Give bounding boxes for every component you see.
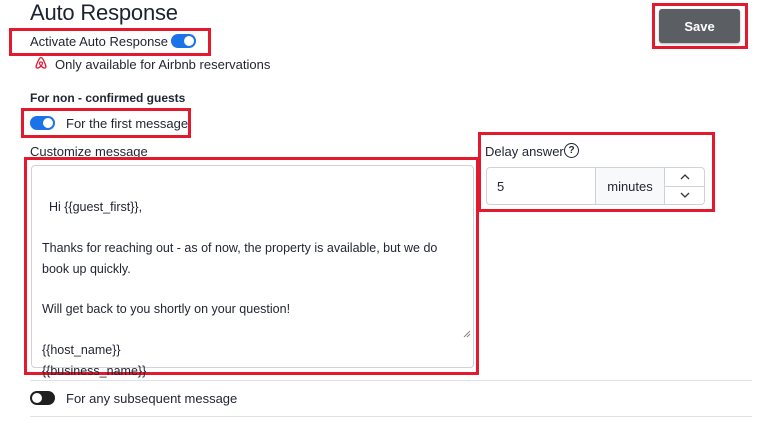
help-icon[interactable]: ?: [564, 143, 579, 158]
divider-top: [30, 380, 752, 381]
stepper-down-button[interactable]: [665, 186, 704, 204]
message-text: Hi {{guest_first}}, Thanks for reaching …: [42, 200, 438, 378]
page-title: Auto Response: [30, 0, 178, 25]
first-message-label: For the first message: [66, 116, 189, 131]
non-confirmed-section-title: For non - confirmed guests: [30, 91, 186, 105]
airbnb-note: Only available for Airbnb reservations: [55, 57, 271, 72]
divider-bottom: [30, 416, 752, 417]
delay-answer-label: Delay answer: [485, 144, 564, 159]
delay-unit-label: minutes: [595, 167, 665, 205]
stepper-up-button[interactable]: [665, 168, 704, 187]
save-button[interactable]: Save: [659, 9, 740, 43]
delay-stepper[interactable]: [665, 167, 705, 205]
activate-auto-response-toggle[interactable]: [171, 34, 196, 48]
resize-handle-icon[interactable]: [449, 304, 471, 365]
first-message-toggle[interactable]: [30, 116, 55, 130]
subsequent-message-toggle[interactable]: [30, 391, 55, 405]
activate-auto-response-label: Activate Auto Response: [30, 34, 169, 49]
airbnb-icon: [34, 56, 48, 75]
chevron-up-icon: [680, 174, 689, 180]
subsequent-message-label: For any subsequent message: [66, 391, 238, 406]
chevron-down-icon: [680, 192, 689, 198]
customize-message-textarea[interactable]: Hi {{guest_first}}, Thanks for reaching …: [31, 165, 474, 378]
delay-value-input[interactable]: 5: [486, 167, 595, 205]
delay-value: 5: [497, 178, 505, 194]
